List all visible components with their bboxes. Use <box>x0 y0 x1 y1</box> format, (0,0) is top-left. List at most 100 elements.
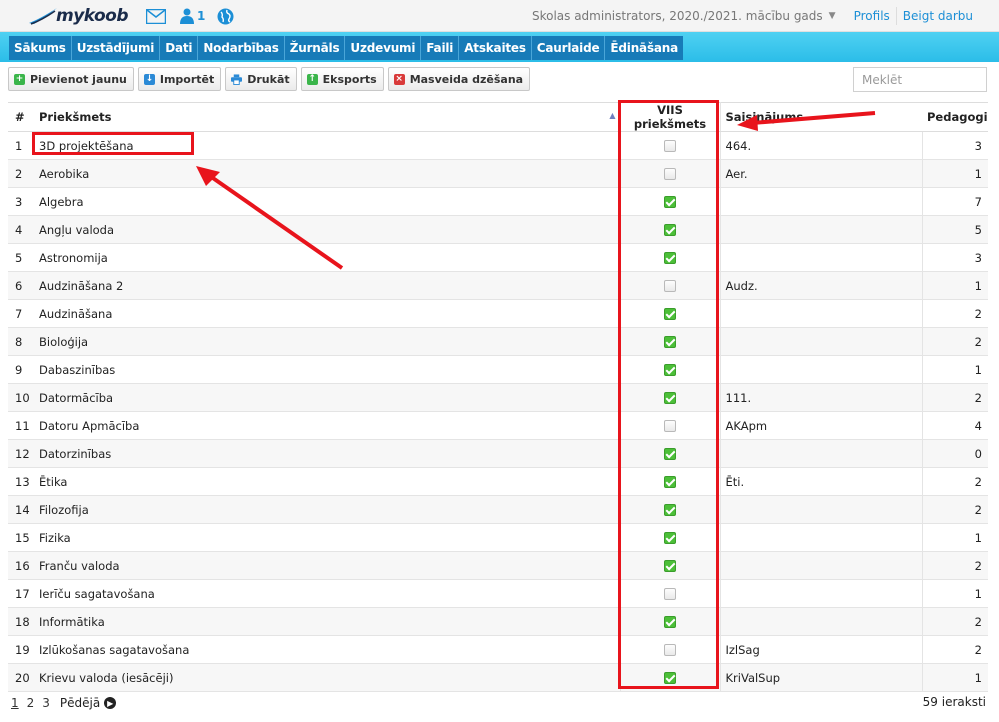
chevron-down-icon[interactable]: ▼ <box>829 11 848 21</box>
logo[interactable]: mykoob <box>28 5 129 27</box>
subject-name[interactable]: Ierīču sagatavošana <box>34 579 620 608</box>
subject-name[interactable]: Audzināšana 2 <box>34 271 620 300</box>
table-row[interactable]: 2 Aerobika Aer. 1 <box>8 159 988 188</box>
table-row[interactable]: 9 Dabaszinības 1 <box>8 355 988 384</box>
table-row[interactable]: 18 Informātika 2 <box>8 607 988 636</box>
table-row[interactable]: 20 Krievu valoda (iesācēji) KriValSup 1 <box>8 663 988 692</box>
subject-name[interactable]: 3D projektēšana <box>34 131 620 160</box>
viis-cell <box>619 551 721 580</box>
nav-item-nodarbibas[interactable]: Nodarbības <box>198 36 285 60</box>
last-page-link[interactable]: Pēdējā ▶ <box>60 696 117 710</box>
table-row[interactable]: 11 Datoru Apmācība AKApm 4 <box>8 411 988 440</box>
add-new-button[interactable]: + Pievienot jaunu <box>8 67 134 91</box>
nav-item-uzdevumi[interactable]: Uzdevumi <box>345 36 422 60</box>
page-link-1[interactable]: 1 <box>11 696 19 710</box>
viis-checkbox[interactable] <box>664 476 676 488</box>
nav-item-zurnals[interactable]: Žurnāls <box>285 36 346 60</box>
viis-checkbox[interactable] <box>664 588 676 600</box>
viis-checkbox[interactable] <box>664 672 676 684</box>
subject-name[interactable]: Ētika <box>34 467 620 496</box>
nav-item-dati[interactable]: Dati <box>160 36 199 60</box>
nav-item-faili[interactable]: Faili <box>421 36 460 60</box>
viis-checkbox[interactable] <box>664 224 676 236</box>
viis-checkbox[interactable] <box>664 448 676 460</box>
school-year-selector[interactable]: Skolas administrators, 2020./2021. mācīb… <box>532 9 829 23</box>
subject-name[interactable]: Datormācība <box>34 383 620 412</box>
nav-item-uzstadijumi[interactable]: Uzstādījumi <box>72 36 161 60</box>
table-row[interactable]: 10 Datormācība 111. 2 <box>8 383 988 412</box>
mail-icon[interactable] <box>146 7 166 25</box>
subject-name[interactable]: Aerobika <box>34 159 620 188</box>
viis-checkbox[interactable] <box>664 280 676 292</box>
subject-name[interactable]: Filozofija <box>34 495 620 524</box>
nav-item-atskaites[interactable]: Atskaites <box>459 36 532 60</box>
nav-item-sakums[interactable]: Sākums <box>9 36 72 60</box>
search-input[interactable] <box>853 67 987 92</box>
table-row[interactable]: 16 Franču valoda 2 <box>8 551 988 580</box>
table-row[interactable]: 7 Audzināšana 2 <box>8 299 988 328</box>
viis-checkbox[interactable] <box>664 616 676 628</box>
col-header-link[interactable]: Saisinājums <box>720 102 922 132</box>
viis-checkbox[interactable] <box>664 644 676 656</box>
viis-checkbox[interactable] <box>664 364 676 376</box>
logout-link[interactable]: Beigt darbu <box>895 7 999 25</box>
subject-name[interactable]: Algebra <box>34 187 620 216</box>
col-header-teachers[interactable]: Pedagogi <box>922 102 988 132</box>
subject-name[interactable]: Datorzinības <box>34 439 620 468</box>
subject-link: Audz. <box>720 271 922 300</box>
profile-link[interactable]: Profils <box>848 7 896 25</box>
subject-name[interactable]: Franču valoda <box>34 551 620 580</box>
table-row[interactable]: 6 Audzināšana 2 Audz. 1 <box>8 271 988 300</box>
table-row[interactable]: 12 Datorzinības 0 <box>8 439 988 468</box>
viis-checkbox[interactable] <box>664 336 676 348</box>
import-button[interactable]: ↓ Importēt <box>137 67 222 91</box>
table-row[interactable]: 19 Izlūkošanas sagatavošana IzlSag 2 <box>8 635 988 664</box>
viis-checkbox[interactable] <box>664 392 676 404</box>
subject-name[interactable]: Izlūkošanas sagatavošana <box>34 635 620 664</box>
import-icon: ↓ <box>143 73 155 85</box>
online-users-indicator[interactable]: 1 <box>180 7 205 25</box>
table-row[interactable]: 15 Fizika 1 <box>8 523 988 552</box>
subject-name[interactable]: Angļu valoda <box>34 215 620 244</box>
viis-checkbox[interactable] <box>664 168 676 180</box>
subject-name[interactable]: Krievu valoda (iesācēji) <box>34 663 620 692</box>
viis-checkbox[interactable] <box>664 308 676 320</box>
subject-name[interactable]: Astronomija <box>34 243 620 272</box>
subject-name[interactable]: Datoru Apmācība <box>34 411 620 440</box>
subject-name[interactable]: Audzināšana <box>34 299 620 328</box>
viis-checkbox[interactable] <box>664 420 676 432</box>
subject-link: 111. <box>720 383 922 412</box>
table-row[interactable]: 13 Ētika Ēti. 2 <box>8 467 988 496</box>
viis-checkbox[interactable] <box>664 196 676 208</box>
export-button[interactable]: ↑ Eksports <box>300 67 384 91</box>
page-link-2[interactable]: 2 <box>27 696 35 710</box>
table-row[interactable]: 14 Filozofija 2 <box>8 495 988 524</box>
table-row[interactable]: 4 Angļu valoda 5 <box>8 215 988 244</box>
viis-cell <box>619 159 721 188</box>
table-row[interactable]: 5 Astronomija 3 <box>8 243 988 272</box>
table-row[interactable]: 3 Algebra 7 <box>8 187 988 216</box>
viis-checkbox[interactable] <box>664 504 676 516</box>
nav-item-edinasana[interactable]: Ēdināšana <box>605 36 683 60</box>
subject-link <box>720 551 922 580</box>
viis-checkbox[interactable] <box>664 140 676 152</box>
globe-icon[interactable] <box>217 7 234 25</box>
page-link-3[interactable]: 3 <box>42 696 50 710</box>
subject-name[interactable]: Dabaszinības <box>34 355 620 384</box>
subject-name[interactable]: Informātika <box>34 607 620 636</box>
subject-name[interactable]: Bioloģija <box>34 327 620 356</box>
col-header-subject[interactable]: Priekšmets ▲ <box>34 102 620 132</box>
col-header-viis[interactable]: VIIS priekšmets <box>619 102 721 132</box>
subject-link <box>720 495 922 524</box>
table-row[interactable]: 1 3D projektēšana 464. 3 <box>8 131 988 160</box>
mass-delete-button[interactable]: × Masveida dzēšana <box>387 67 531 91</box>
viis-checkbox[interactable] <box>664 560 676 572</box>
print-button[interactable]: Drukāt <box>225 67 297 91</box>
viis-checkbox[interactable] <box>664 532 676 544</box>
records-count: 59 ieraksti <box>922 695 986 709</box>
table-row[interactable]: 17 Ierīču sagatavošana 1 <box>8 579 988 608</box>
subject-name[interactable]: Fizika <box>34 523 620 552</box>
nav-item-caurlaide[interactable]: Caurlaide <box>532 36 606 60</box>
viis-checkbox[interactable] <box>664 252 676 264</box>
table-row[interactable]: 8 Bioloģija 2 <box>8 327 988 356</box>
